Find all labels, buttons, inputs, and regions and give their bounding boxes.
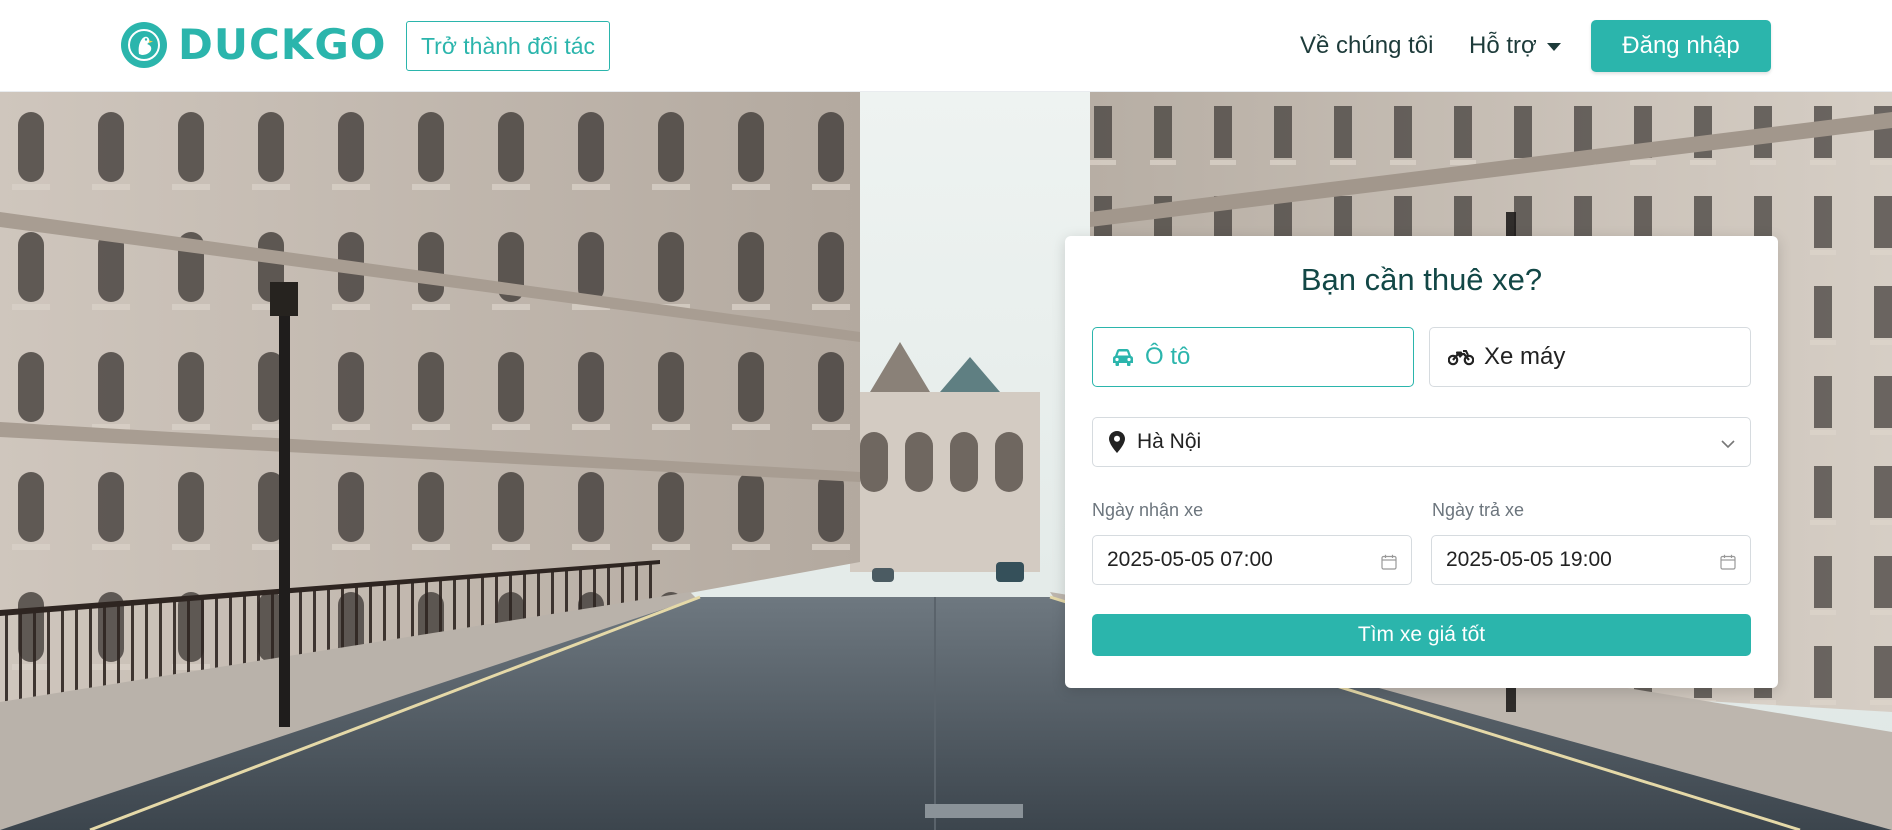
tab-motorbike-label: Xe máy [1484,343,1566,370]
become-partner-button[interactable]: Trở thành đối tác [406,21,610,71]
booking-card: Bạn cần thuê xe? Ô tô Xe máy Hà Nội Ngày… [1065,236,1778,688]
return-date-label: Ngày trả xe [1432,500,1525,520]
calendar-icon [1720,552,1736,576]
map-pin-icon [1109,431,1125,453]
car-icon [1111,347,1135,367]
login-button[interactable]: Đăng nhập [1591,20,1771,72]
nav-support-dropdown[interactable]: Hỗ trợ [1469,20,1561,72]
caret-down-icon [1546,43,1561,51]
chevron-down-icon [1720,434,1736,458]
nav-about-link[interactable]: Về chúng tôi [1300,20,1433,72]
tab-car-label: Ô tô [1145,343,1191,370]
location-select[interactable]: Hà Nội [1092,417,1751,467]
search-cars-button[interactable]: Tìm xe giá tốt [1092,614,1751,656]
nav-support-label: Hỗ trợ [1469,32,1537,59]
duck-logo-icon [121,22,167,68]
return-date-value: 2025-05-05 19:00 [1446,548,1612,571]
brand-name: DUCKGO [178,20,387,69]
calendar-icon [1381,552,1397,576]
top-navbar: DUCKGO Trở thành đối tác Về chúng tôi Hỗ… [0,0,1892,92]
pickup-date-value: 2025-05-05 07:00 [1107,548,1273,571]
brand-logo[interactable]: DUCKGO [121,22,387,68]
return-date-input[interactable]: 2025-05-05 19:00 [1431,535,1751,585]
motorbike-icon [1448,348,1474,366]
pickup-date-label: Ngày nhận xe [1092,500,1204,520]
tab-motorbike[interactable]: Xe máy [1429,327,1751,387]
nav-about-label: Về chúng tôi [1300,32,1434,59]
pickup-date-input[interactable]: 2025-05-05 07:00 [1092,535,1412,585]
booking-title: Bạn cần thuê xe? [1300,262,1543,297]
tab-car[interactable]: Ô tô [1092,327,1414,387]
location-value: Hà Nội [1137,430,1202,453]
